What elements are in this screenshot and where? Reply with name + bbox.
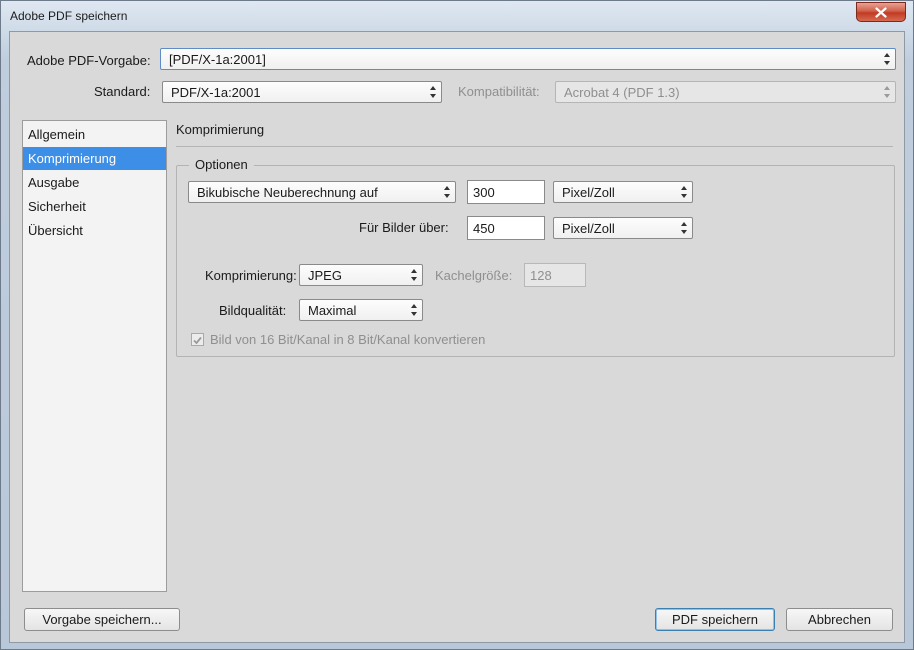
title-bar: Adobe PDF speichern	[1, 1, 913, 31]
cancel-label: Abbrechen	[808, 612, 871, 627]
sidebar-item-label: Sicherheit	[28, 199, 86, 214]
save-preset-label: Vorgabe speichern...	[42, 612, 162, 627]
sidebar-item-komprimierung[interactable]: Komprimierung	[23, 147, 166, 170]
standard-select[interactable]: PDF/X-1a:2001	[162, 81, 442, 103]
dialog-window: Adobe PDF speichern Adobe PDF-Vorgabe: […	[0, 0, 914, 650]
tile-size-value: 128	[530, 268, 552, 283]
convert-16bit-checkbox	[191, 333, 204, 346]
preset-label: Adobe PDF-Vorgabe:	[27, 53, 151, 68]
above-unit-select[interactable]: Pixel/Zoll	[553, 217, 693, 239]
dialog-content: Adobe PDF-Vorgabe: [PDF/X-1a:2001] Stand…	[9, 31, 905, 643]
section-divider	[176, 146, 893, 147]
tile-size-label: Kachelgröße:	[435, 268, 513, 283]
compatibility-label: Kompatibilität:	[458, 84, 540, 99]
compression-label: Komprimierung:	[205, 268, 297, 283]
updown-arrows-icon	[443, 185, 451, 199]
updown-arrows-icon	[410, 303, 418, 317]
convert-16bit-label: Bild von 16 Bit/Kanal in 8 Bit/Kanal kon…	[210, 332, 486, 347]
options-group: Optionen Bikubische Neuberechnung auf 30…	[176, 157, 895, 357]
close-button[interactable]	[856, 2, 906, 22]
compatibility-value: Acrobat 4 (PDF 1.3)	[564, 85, 680, 100]
updown-arrows-icon	[883, 52, 891, 66]
sidebar-item-ausgabe[interactable]: Ausgabe	[23, 171, 166, 194]
updown-arrows-icon	[680, 221, 688, 235]
quality-value: Maximal	[308, 303, 357, 318]
above-resolution-input[interactable]: 450	[467, 216, 545, 240]
sidebar-item-label: Übersicht	[28, 223, 83, 238]
above-resolution-value: 450	[473, 221, 495, 236]
save-preset-button[interactable]: Vorgabe speichern...	[24, 608, 180, 631]
category-sidebar: Allgemein Komprimierung Ausgabe Sicherhe…	[22, 120, 167, 592]
compression-select[interactable]: JPEG	[299, 264, 423, 286]
options-legend: Optionen	[189, 157, 254, 172]
sidebar-item-label: Ausgabe	[28, 175, 80, 190]
resample-resolution-value: 300	[473, 185, 495, 200]
above-unit-value: Pixel/Zoll	[562, 221, 615, 236]
updown-arrows-icon	[429, 85, 437, 99]
resample-resolution-input[interactable]: 300	[467, 180, 545, 204]
compatibility-select: Acrobat 4 (PDF 1.3)	[555, 81, 896, 103]
updown-arrows-icon	[680, 185, 688, 199]
preset-select[interactable]: [PDF/X-1a:2001]	[160, 48, 896, 70]
sidebar-item-label: Komprimierung	[28, 151, 117, 166]
standard-value: PDF/X-1a:2001	[171, 85, 261, 100]
section-title: Komprimierung	[176, 122, 265, 137]
save-pdf-button[interactable]: PDF speichern	[655, 608, 775, 631]
cancel-button[interactable]: Abbrechen	[786, 608, 893, 631]
quality-select[interactable]: Maximal	[299, 299, 423, 321]
resample-method-value: Bikubische Neuberechnung auf	[197, 185, 378, 200]
window-title: Adobe PDF speichern	[10, 9, 128, 23]
sidebar-item-uebersicht[interactable]: Übersicht	[23, 219, 166, 242]
resample-method-select[interactable]: Bikubische Neuberechnung auf	[188, 181, 456, 203]
compression-value: JPEG	[308, 268, 342, 283]
standard-label: Standard:	[94, 84, 151, 99]
resample-unit-select[interactable]: Pixel/Zoll	[553, 181, 693, 203]
tile-size-input: 128	[524, 263, 586, 287]
updown-arrows-icon	[883, 85, 891, 99]
updown-arrows-icon	[410, 268, 418, 282]
close-icon	[875, 6, 887, 18]
above-images-label: Für Bilder über:	[359, 220, 449, 235]
quality-label: Bildqualität:	[219, 303, 287, 318]
sidebar-item-sicherheit[interactable]: Sicherheit	[23, 195, 166, 218]
resample-unit-value: Pixel/Zoll	[562, 185, 615, 200]
preset-value: [PDF/X-1a:2001]	[169, 52, 266, 67]
save-pdf-label: PDF speichern	[672, 612, 758, 627]
checkmark-icon	[193, 336, 202, 345]
sidebar-item-allgemein[interactable]: Allgemein	[23, 123, 166, 146]
sidebar-item-label: Allgemein	[28, 127, 86, 142]
